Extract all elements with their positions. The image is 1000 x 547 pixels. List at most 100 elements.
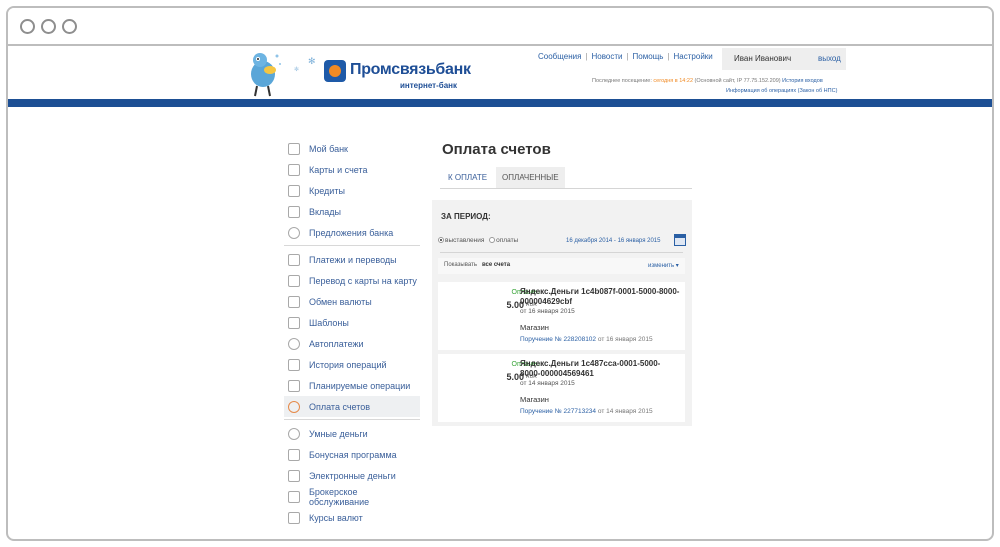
sidebar-item-label: Бонусная программа [309, 449, 397, 460]
sidebar-item-deposits[interactable]: Вклады [284, 201, 420, 222]
sidebar-item-label: История операций [309, 359, 387, 370]
user-box: Иван Иванович выход [722, 48, 846, 70]
sidebar-divider [284, 419, 420, 420]
clock-icon [288, 427, 300, 440]
snowflake-icon: ✻ [308, 56, 316, 66]
tab-bar: К ОПЛАТЕ ОПЛАЧЕННЫЕ [440, 167, 692, 189]
document-icon [288, 358, 300, 371]
credit-icon [288, 184, 300, 197]
last-visit-info: Последнее посещение: сегодня в 14:22 (Ос… [592, 78, 823, 84]
gift-icon [288, 448, 300, 461]
tab-to-pay[interactable]: К ОПЛАТЕ [442, 167, 493, 188]
page-title: Оплата счетов [442, 141, 551, 158]
sidebar-item-bill-payment[interactable]: Оплата счетов [284, 396, 420, 417]
sidebar-item-label: Оплата счетов [309, 401, 371, 412]
logout-link[interactable]: выход [818, 54, 841, 63]
window-dot-icon[interactable] [62, 19, 77, 34]
sidebar-divider [284, 245, 420, 246]
sidebar-item-bonus[interactable]: Бонусная программа [284, 444, 420, 465]
sidebar-item-label: Мой банк [309, 143, 348, 154]
percent-icon [288, 226, 300, 239]
sidebar-item-label: Электронные деньги [309, 470, 396, 481]
bank-name[interactable]: Промсвязьбанк [350, 61, 471, 79]
sidebar-item-smart-money[interactable]: Умные деньги [284, 423, 420, 444]
bank-logo-icon[interactable] [324, 60, 346, 82]
sidebar-item-label: Планируемые операции [309, 380, 411, 391]
last-visit-time: сегодня в 14:22 [653, 78, 694, 84]
last-visit-prefix: Последнее посещение: [592, 78, 652, 84]
bill-name[interactable]: Яндекс.Деньги 1c4b087f-0001-5000-8000-00… [520, 287, 680, 307]
sidebar-item-rates[interactable]: Курсы валют [284, 507, 420, 528]
nav-news[interactable]: Новости [592, 52, 623, 61]
change-filter-link[interactable]: изменить ▾ [648, 262, 679, 269]
top-nav: Сообщения | Новости | Помощь | Настройки [538, 52, 713, 61]
divider [440, 252, 683, 253]
sidebar-item-brokerage[interactable]: Брокерское обслуживание [284, 486, 420, 507]
filter-row: Показывать все счета изменить ▾ [438, 258, 685, 274]
clock-icon [288, 337, 300, 350]
card-icon [288, 163, 300, 176]
sidebar-item-autopay[interactable]: Автоплатежи [284, 333, 420, 354]
sidebar-item-label: Вклады [309, 206, 342, 217]
sidebar-item-label: Шаблоны [309, 317, 349, 328]
date-range-link[interactable]: 16 декабря 2014 - 16 января 2015 [566, 238, 660, 244]
sidebar-item-cards[interactable]: Карты и счета [284, 159, 420, 180]
sidebar-item-planned[interactable]: Планируемые операции [284, 375, 420, 396]
chart-icon [288, 205, 300, 218]
snowflake-icon: ✻ [294, 67, 300, 73]
radio-paid[interactable] [489, 237, 496, 244]
calendar-icon[interactable] [674, 234, 686, 246]
radio-paid-label[interactable]: оплаты [496, 237, 518, 244]
bill-card[interactable]: Оплачен 5.00 RUR Яндекс.Деньги 1c487cca-… [438, 354, 685, 422]
sidebar-item-my-bank[interactable]: Мой банк [284, 138, 420, 159]
star-icon [288, 316, 300, 329]
order-date: от 16 января 2015 [597, 336, 653, 343]
period-label: ЗА ПЕРИОД: [441, 212, 491, 221]
sidebar-item-label: Платежи и переводы [309, 254, 397, 265]
sidebar-item-credits[interactable]: Кредиты [284, 180, 420, 201]
bars-icon [288, 490, 300, 503]
sidebar-item-label: Перевод с карты на карту [309, 275, 417, 286]
window-chrome [8, 8, 992, 46]
nav-separator: | [667, 52, 670, 61]
radio-issued[interactable] [438, 237, 444, 244]
bill-shop: Магазин [520, 323, 549, 332]
bill-name[interactable]: Яндекс.Деньги 1c487cca-0001-5000-8000-00… [520, 359, 680, 379]
sidebar-item-emoney[interactable]: Электронные деньги [284, 465, 420, 486]
bill-card[interactable]: Оплачен 5.00 RUR Яндекс.Деньги 1c4b087f-… [438, 282, 685, 350]
bill-order: Поручение № 227713234 от 14 января 2015 [520, 408, 653, 415]
sidebar-item-label: Обмен валюты [309, 296, 372, 307]
sidebar-item-templates[interactable]: Шаблоны [284, 312, 420, 333]
calendar-icon [288, 379, 300, 392]
show-label: Показывать [444, 262, 477, 268]
bill-shop: Магазин [520, 395, 549, 404]
sidebar-item-label: Умные деньги [309, 428, 368, 439]
operation-info-link[interactable]: Информация об операциях (Закон об НПС) [726, 88, 837, 94]
wallet-icon [288, 469, 300, 482]
sidebar-item-card-transfer[interactable]: Перевод с карты на карту [284, 270, 420, 291]
window-dot-icon[interactable] [20, 19, 35, 34]
last-visit-site: (Основной сайт, IP 77.75.152.209) [694, 78, 781, 84]
window-dot-icon[interactable] [41, 19, 56, 34]
trend-icon [288, 511, 300, 524]
nav-help[interactable]: Помощь [633, 52, 664, 61]
login-history-link[interactable]: История входов [782, 78, 823, 84]
order-link[interactable]: Поручение № 228208102 [520, 336, 596, 343]
radio-issued-label[interactable]: выставления [445, 237, 484, 244]
period-type-radios: выставления оплаты [438, 237, 518, 244]
sidebar-item-label: Брокерское обслуживание [309, 486, 370, 507]
sidebar-item-payments[interactable]: Платежи и переводы [284, 249, 420, 270]
sidebar-item-history[interactable]: История операций [284, 354, 420, 375]
tab-paid[interactable]: ОПЛАЧЕННЫЕ [496, 167, 565, 188]
browser-window: ✻ ✻ Промсвязьбанк интернет-банк Сообщени… [6, 6, 994, 541]
bank-subtitle: интернет-банк [400, 81, 457, 90]
bill-date: от 16 января 2015 [520, 308, 575, 315]
sidebar-item-exchange[interactable]: Обмен валюты [284, 291, 420, 312]
sidebar-item-offers[interactable]: Предложения банка [284, 222, 420, 243]
sidebar-item-label: Предложения банка [309, 227, 394, 238]
nav-messages[interactable]: Сообщения [538, 52, 581, 61]
mascot-icon [251, 53, 281, 97]
nav-settings[interactable]: Настройки [674, 52, 713, 61]
sidebar-item-label: Кредиты [309, 185, 345, 196]
order-link[interactable]: Поручение № 227713234 [520, 408, 596, 415]
